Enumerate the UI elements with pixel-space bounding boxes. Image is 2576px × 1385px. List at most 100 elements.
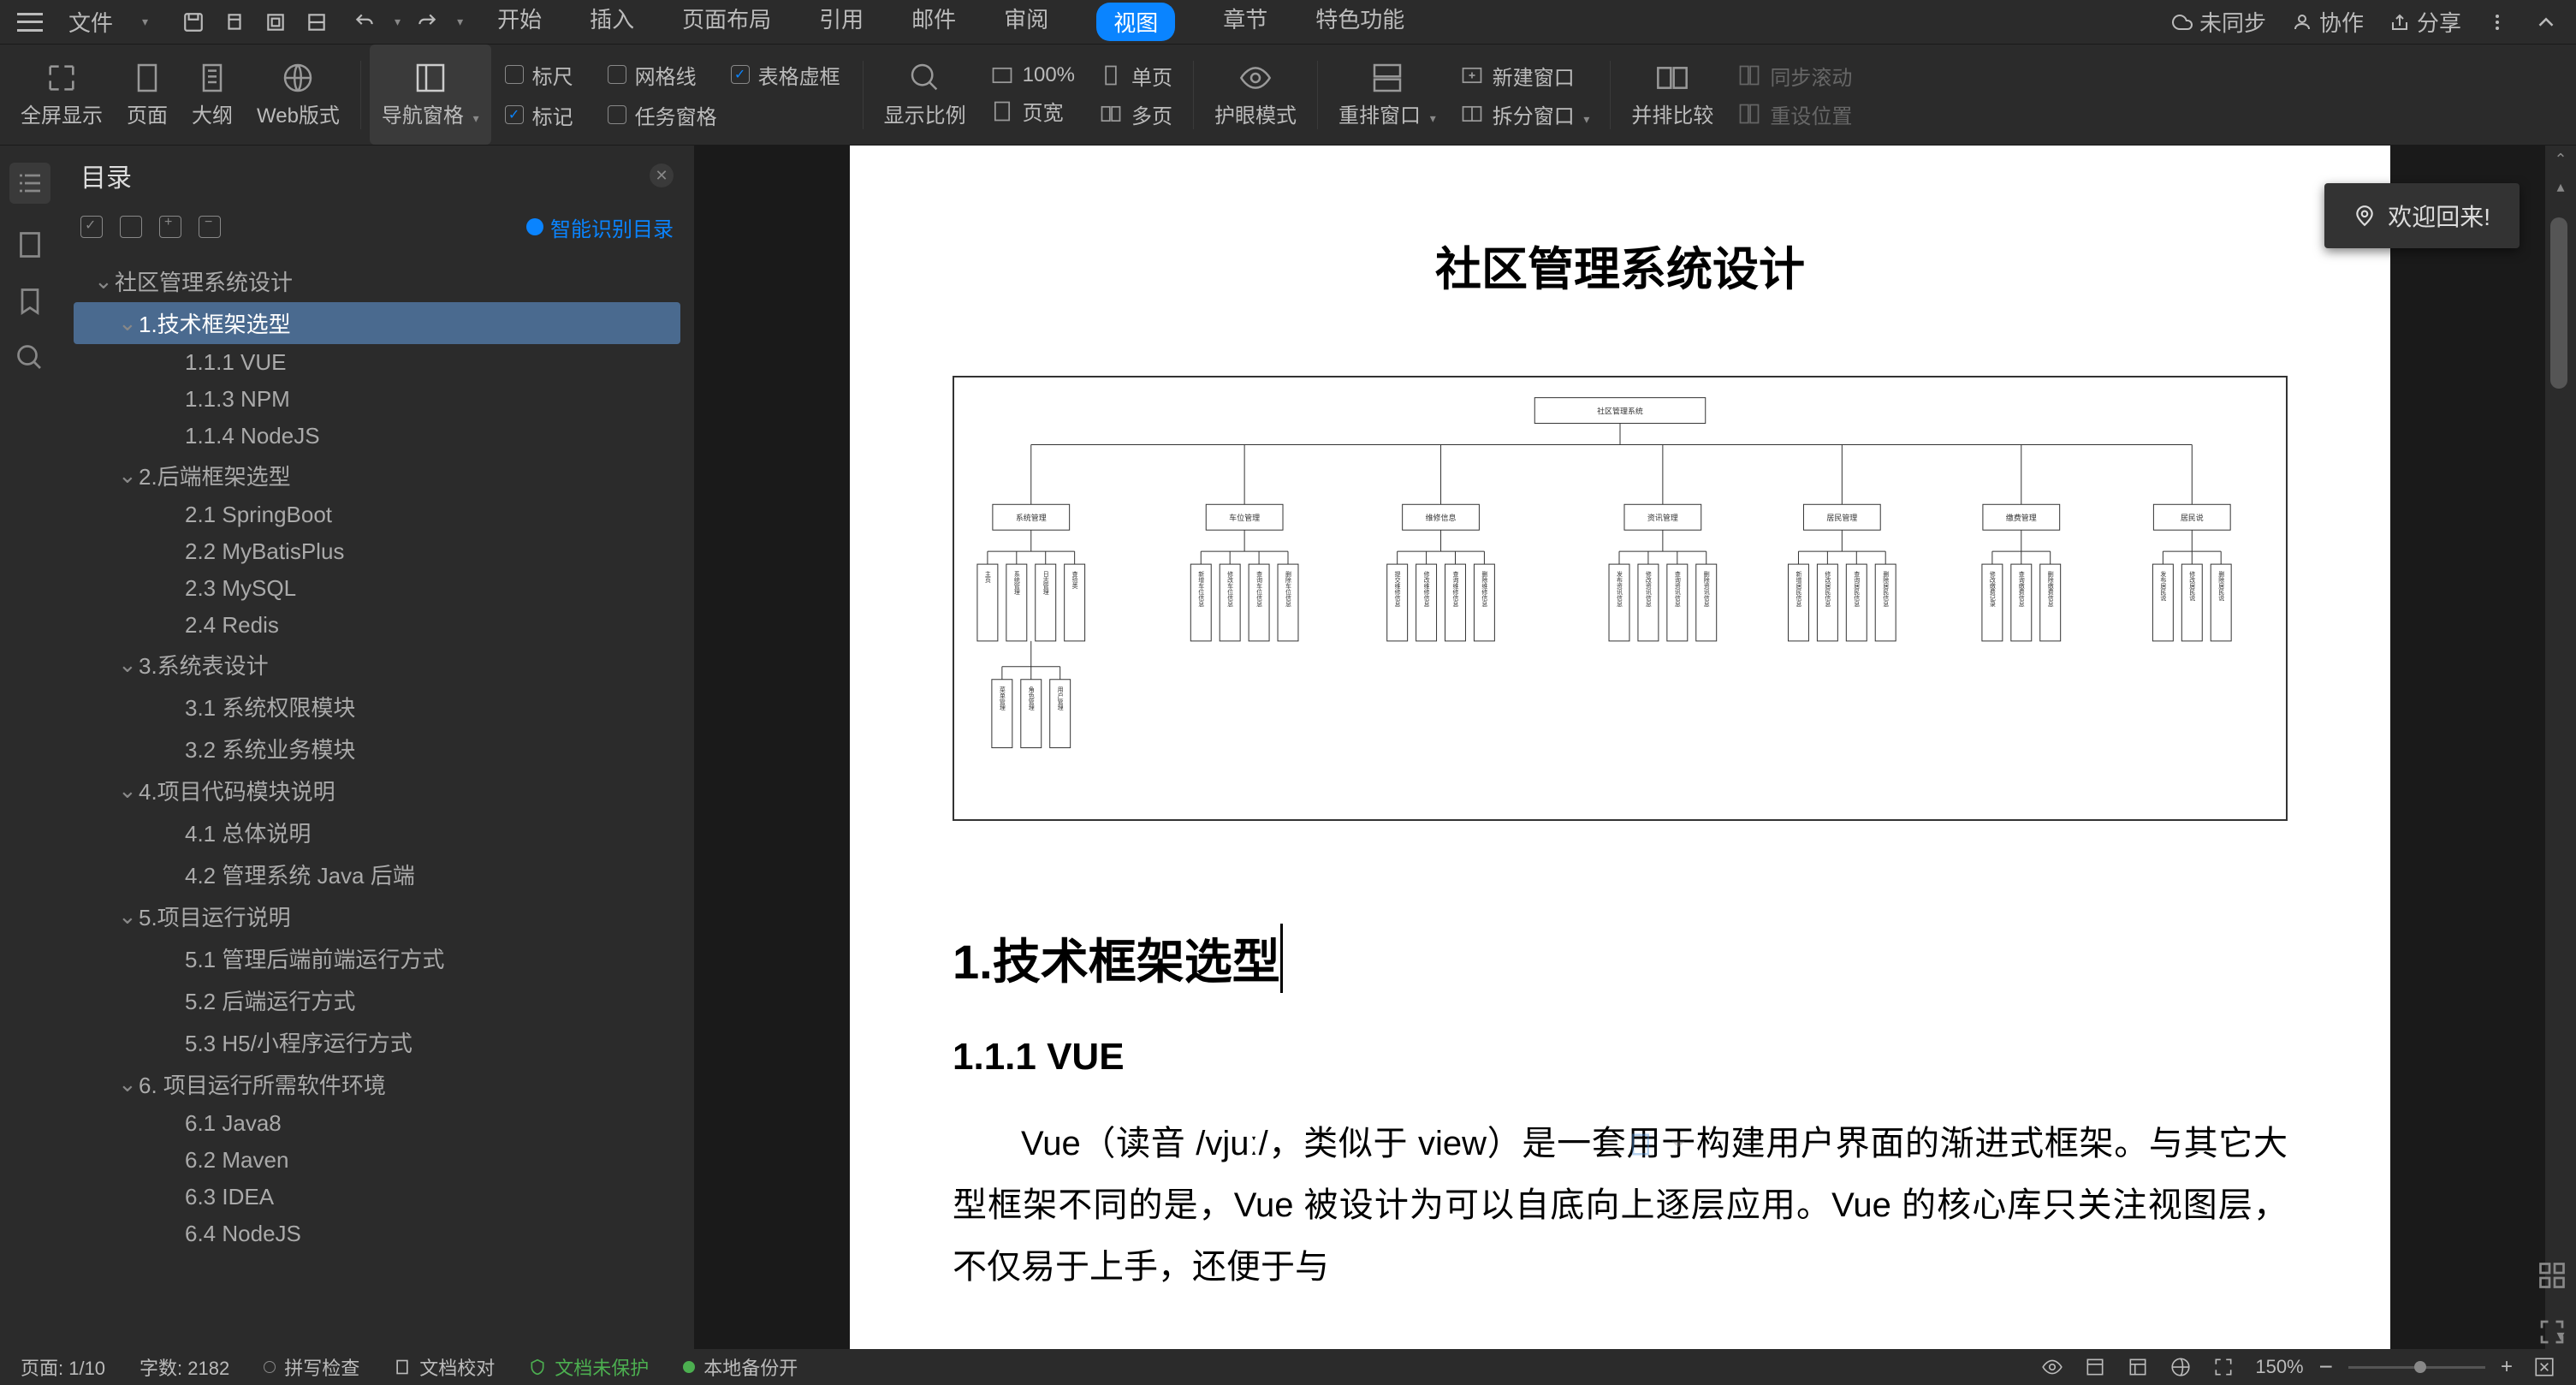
fullscreen-button[interactable]: 全屏显示 (9, 45, 115, 145)
document-area[interactable]: 社区管理系统设计 社区管理系统 系统管理车位管理维修信息资讯管理居民管理缴费管理… (695, 146, 2545, 1349)
proofread-status[interactable]: 文档校对 (394, 1353, 495, 1381)
outline-item[interactable]: 4.2 管理系统 Java 后端 (74, 853, 680, 895)
outline-item[interactable]: 2.2 MyBatisPlus (74, 533, 680, 570)
outline-item[interactable]: 3.1 系统权限模块 (74, 686, 680, 728)
sidebyside-button[interactable]: 并排比较 (1619, 45, 1725, 145)
outline-item[interactable]: 5.1 管理后端前端运行方式 (74, 937, 680, 979)
outline-item[interactable]: 3.2 系统业务模块 (74, 728, 680, 770)
outline-tool-icon[interactable] (9, 163, 50, 204)
outline-item[interactable]: ⌄1.技术框架选型 (74, 302, 680, 344)
fit-icon[interactable] (2537, 1317, 2567, 1347)
outline-item[interactable]: ⌄6. 项目运行所需软件环境 (74, 1063, 680, 1105)
close-outline-icon[interactable]: ✕ (650, 163, 674, 187)
redo-icon[interactable] (416, 11, 438, 33)
outline-item[interactable]: 6.1 Java8 (74, 1105, 680, 1142)
outline-item[interactable]: 6.3 IDEA (74, 1179, 680, 1216)
outline-item[interactable]: 2.1 SpringBoot (74, 496, 680, 533)
split-button[interactable]: 拆分窗口 ▾ (1460, 99, 1590, 129)
taskpane-checkbox[interactable]: 任务窗格 (608, 100, 717, 130)
tab-引用[interactable]: 引用 (819, 3, 864, 41)
newwin-button[interactable]: 新建窗口 (1460, 61, 1590, 91)
collab-button[interactable]: 协作 (2292, 6, 2364, 38)
outline-collapse-icon[interactable]: − (199, 216, 221, 238)
grid-checkbox[interactable]: 网格线 (608, 60, 697, 90)
webview-button[interactable]: Web版式 (245, 45, 352, 145)
tab-插入[interactable]: 插入 (590, 3, 634, 41)
save-icon[interactable] (182, 11, 205, 33)
copy-para-icon[interactable] (1628, 1132, 1653, 1157)
view-mode-2-icon[interactable] (2127, 1356, 2149, 1378)
share-button[interactable]: 分享 (2389, 6, 2461, 38)
pageview-button[interactable]: 页面 (115, 45, 180, 145)
zoom-button[interactable]: 显示比例 (872, 45, 978, 145)
zoom-out-icon[interactable]: − (2319, 1353, 2333, 1381)
tab-开始[interactable]: 开始 (497, 3, 542, 41)
outline-image-icon[interactable] (120, 216, 142, 238)
outline-item[interactable]: ⌄2.后端框架选型 (74, 455, 680, 496)
scroll-thumb[interactable] (2550, 217, 2567, 389)
zoom-pagewidth[interactable]: 页宽 (990, 96, 1075, 126)
outline-item[interactable]: 2.3 MySQL (74, 570, 680, 607)
mark-checkbox[interactable]: 标记 (505, 100, 573, 130)
grid-icon[interactable] (2537, 1260, 2567, 1291)
rearrange-button[interactable]: 重排窗口 ▾ (1327, 45, 1448, 145)
undo-caret[interactable]: ▾ (395, 15, 401, 29)
tab-特色功能[interactable]: 特色功能 (1315, 3, 1404, 41)
eye-icon[interactable] (2041, 1356, 2063, 1378)
hamburger-icon[interactable] (17, 13, 43, 32)
print-preview-icon[interactable] (264, 11, 287, 33)
print-icon[interactable] (223, 11, 246, 33)
scrollbar[interactable]: ⌃ ▴ ▾ (2545, 146, 2576, 1349)
protect-status[interactable]: 文档未保护 (529, 1353, 649, 1381)
outline-item[interactable]: 6.4 NodeJS (74, 1216, 680, 1252)
outlineview-button[interactable]: 大纲 (180, 45, 245, 145)
zoom-single[interactable]: 单页 (1099, 61, 1172, 91)
outline-item[interactable]: 5.2 后端运行方式 (74, 979, 680, 1021)
tab-视图[interactable]: 视图 (1096, 3, 1175, 41)
bookmark-tool-icon[interactable] (15, 286, 45, 317)
table-dashed-checkbox[interactable]: 表格虚框 (731, 60, 840, 90)
page-tool-icon[interactable] (15, 229, 45, 260)
word-count[interactable]: 字数: 2182 (139, 1353, 229, 1381)
tab-章节[interactable]: 章节 (1223, 3, 1267, 41)
zoom-slider[interactable] (2348, 1366, 2485, 1369)
smart-recognize-button[interactable]: 智能识别目录 (526, 212, 674, 242)
globe-icon[interactable] (2169, 1356, 2192, 1378)
tab-页面布局[interactable]: 页面布局 (682, 3, 771, 41)
outline-item[interactable]: 6.2 Maven (74, 1142, 680, 1179)
sync-status[interactable]: 未同步 (2172, 6, 2266, 38)
outline-item[interactable]: ⌄4.项目代码模块说明 (74, 770, 680, 811)
collapse-ribbon-icon[interactable] (2533, 9, 2559, 35)
file-menu-caret[interactable]: ▾ (142, 15, 148, 29)
tab-邮件[interactable]: 邮件 (911, 3, 956, 41)
scroll-up-icon[interactable]: ▴ (2545, 173, 2576, 200)
outline-item[interactable]: 1.1.3 NPM (74, 381, 680, 418)
zoom-100[interactable]: 100% (990, 63, 1075, 87)
spellcheck-status[interactable]: 拼写检查 (264, 1353, 359, 1381)
ruler-checkbox[interactable]: 标尺 (505, 60, 573, 90)
more-icon[interactable] (2487, 12, 2508, 33)
page-status[interactable]: 页面: 1/10 (21, 1353, 105, 1381)
para-menu-icon[interactable] (1665, 1132, 1691, 1157)
outline-item[interactable]: 1.1.1 VUE (74, 344, 680, 381)
outline-item[interactable]: ⌄社区管理系统设计 (74, 260, 680, 302)
backup-status[interactable]: 本地备份开 (683, 1353, 798, 1381)
scroll-collapse-icon[interactable]: ⌃ (2545, 146, 2576, 173)
outline-expand-icon[interactable]: + (159, 216, 181, 238)
scroll-track[interactable] (2545, 200, 2576, 1322)
outline-check-icon[interactable]: ✓ (80, 216, 103, 238)
tab-审阅[interactable]: 审阅 (1004, 3, 1048, 41)
file-menu[interactable]: 文件 (68, 6, 113, 38)
eyecare-button[interactable]: 护眼模式 (1202, 45, 1309, 145)
redo-caret[interactable]: ▾ (457, 15, 463, 29)
outline-item[interactable]: 4.1 总体说明 (74, 811, 680, 853)
zoom-multi[interactable]: 多页 (1099, 99, 1172, 129)
fitscreen-icon[interactable] (2533, 1356, 2555, 1378)
fullscreen-status-icon[interactable] (2212, 1356, 2235, 1378)
zoom-in-icon[interactable]: + (2501, 1355, 2513, 1379)
view-mode-1-icon[interactable] (2084, 1356, 2106, 1378)
zoom-value[interactable]: 150% (2255, 1356, 2303, 1378)
outline-item[interactable]: ⌄5.项目运行说明 (74, 895, 680, 937)
search-tool-icon[interactable] (15, 342, 45, 373)
outline-item[interactable]: 5.3 H5/小程序运行方式 (74, 1021, 680, 1063)
